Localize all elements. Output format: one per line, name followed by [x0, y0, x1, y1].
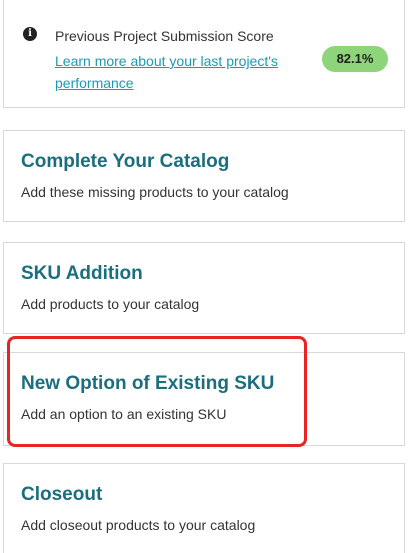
card-complete-your-catalog[interactable]: Complete Your Catalog Add these missing … — [3, 130, 405, 222]
info-icon: i — [23, 27, 37, 41]
score-badge: 82.1% — [322, 46, 388, 72]
card-closeout[interactable]: Closeout Add closeout products to your c… — [3, 463, 405, 553]
card-title: Closeout — [21, 484, 103, 505]
performance-link[interactable]: Learn more about your last project's per… — [55, 50, 315, 94]
card-sku-addition[interactable]: SKU Addition Add products to your catalo… — [3, 242, 405, 334]
card-title: SKU Addition — [21, 263, 143, 284]
submission-score-card: i Previous Project Submission Score Lear… — [3, 0, 405, 108]
card-description: Add these missing products to your catal… — [21, 184, 289, 200]
card-description: Add an option to an existing SKU — [21, 406, 227, 422]
card-new-option-existing-sku[interactable]: New Option of Existing SKU Add an option… — [3, 352, 405, 446]
score-title: Previous Project Submission Score — [55, 28, 274, 44]
card-description: Add products to your catalog — [21, 296, 200, 312]
card-title: Complete Your Catalog — [21, 151, 230, 172]
card-description: Add closeout products to your catalog — [21, 517, 256, 533]
card-title: New Option of Existing SKU — [21, 373, 275, 394]
